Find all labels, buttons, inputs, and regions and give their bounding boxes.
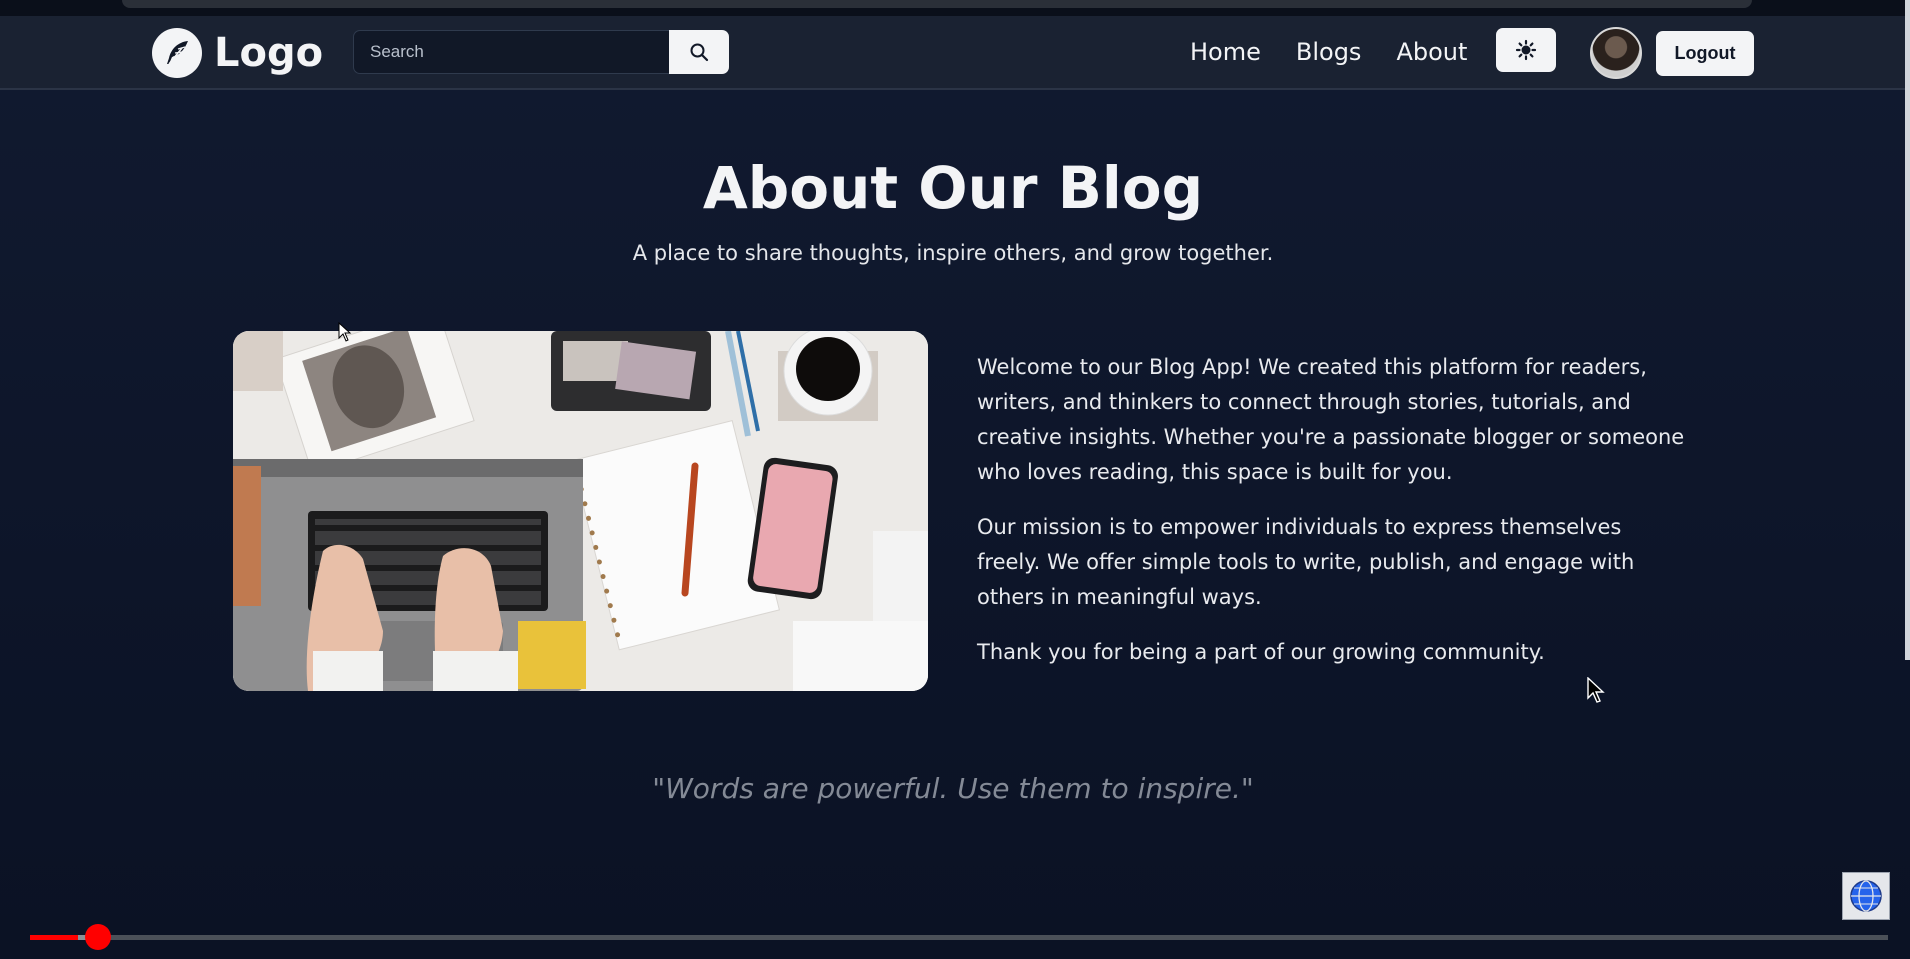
sun-icon [1515,39,1537,61]
nav-about-link[interactable]: About [1396,38,1467,66]
user-avatar[interactable] [1590,27,1642,79]
search-icon [690,43,709,62]
logout-button[interactable]: Logout [1656,31,1754,76]
navbar: Logo Home Blogs About [0,16,1910,90]
logo[interactable]: Logo [152,28,323,78]
about-paragraph-1: Welcome to our Blog App! We created this… [977,355,1685,484]
about-paragraph-2: Our mission is to empower individuals to… [977,515,1635,609]
search-button[interactable] [669,30,729,74]
mouse-cursor-icon [1587,677,1605,703]
about-quote: "Words are powerful. Use them to inspire… [652,772,1254,805]
logo-text: Logo [214,30,324,76]
video-progress-bar[interactable] [30,924,1888,950]
page-subtitle: A place to share thoughts, inspire other… [632,241,1274,265]
nav-blogs-link[interactable]: Blogs [1296,38,1362,66]
about-paragraph-3: Thank you for being a part of our growin… [977,640,1545,664]
about-image [233,331,928,691]
nav-home-link[interactable]: Home [1190,38,1261,66]
app-window: Logo Home Blogs About [0,0,1910,959]
browser-top-bar [122,0,1752,8]
browser-top-strip [0,0,1910,16]
feather-icon [152,28,202,78]
globe-badge[interactable] [1842,872,1890,920]
video-progress-handle[interactable] [85,924,112,950]
search-input[interactable] [353,30,669,74]
theme-toggle-button[interactable] [1496,28,1556,72]
nav-links: Home Blogs About [1190,38,1467,66]
page-scrollbar[interactable] [1905,0,1910,660]
video-progress-played [30,935,79,940]
mouse-cursor-icon [338,322,352,342]
about-description: Welcome to our Blog App! We created this… [977,350,1687,690]
search-bar [353,30,729,74]
page-title: About Our Blog [702,154,1204,222]
globe-icon [1850,880,1882,912]
